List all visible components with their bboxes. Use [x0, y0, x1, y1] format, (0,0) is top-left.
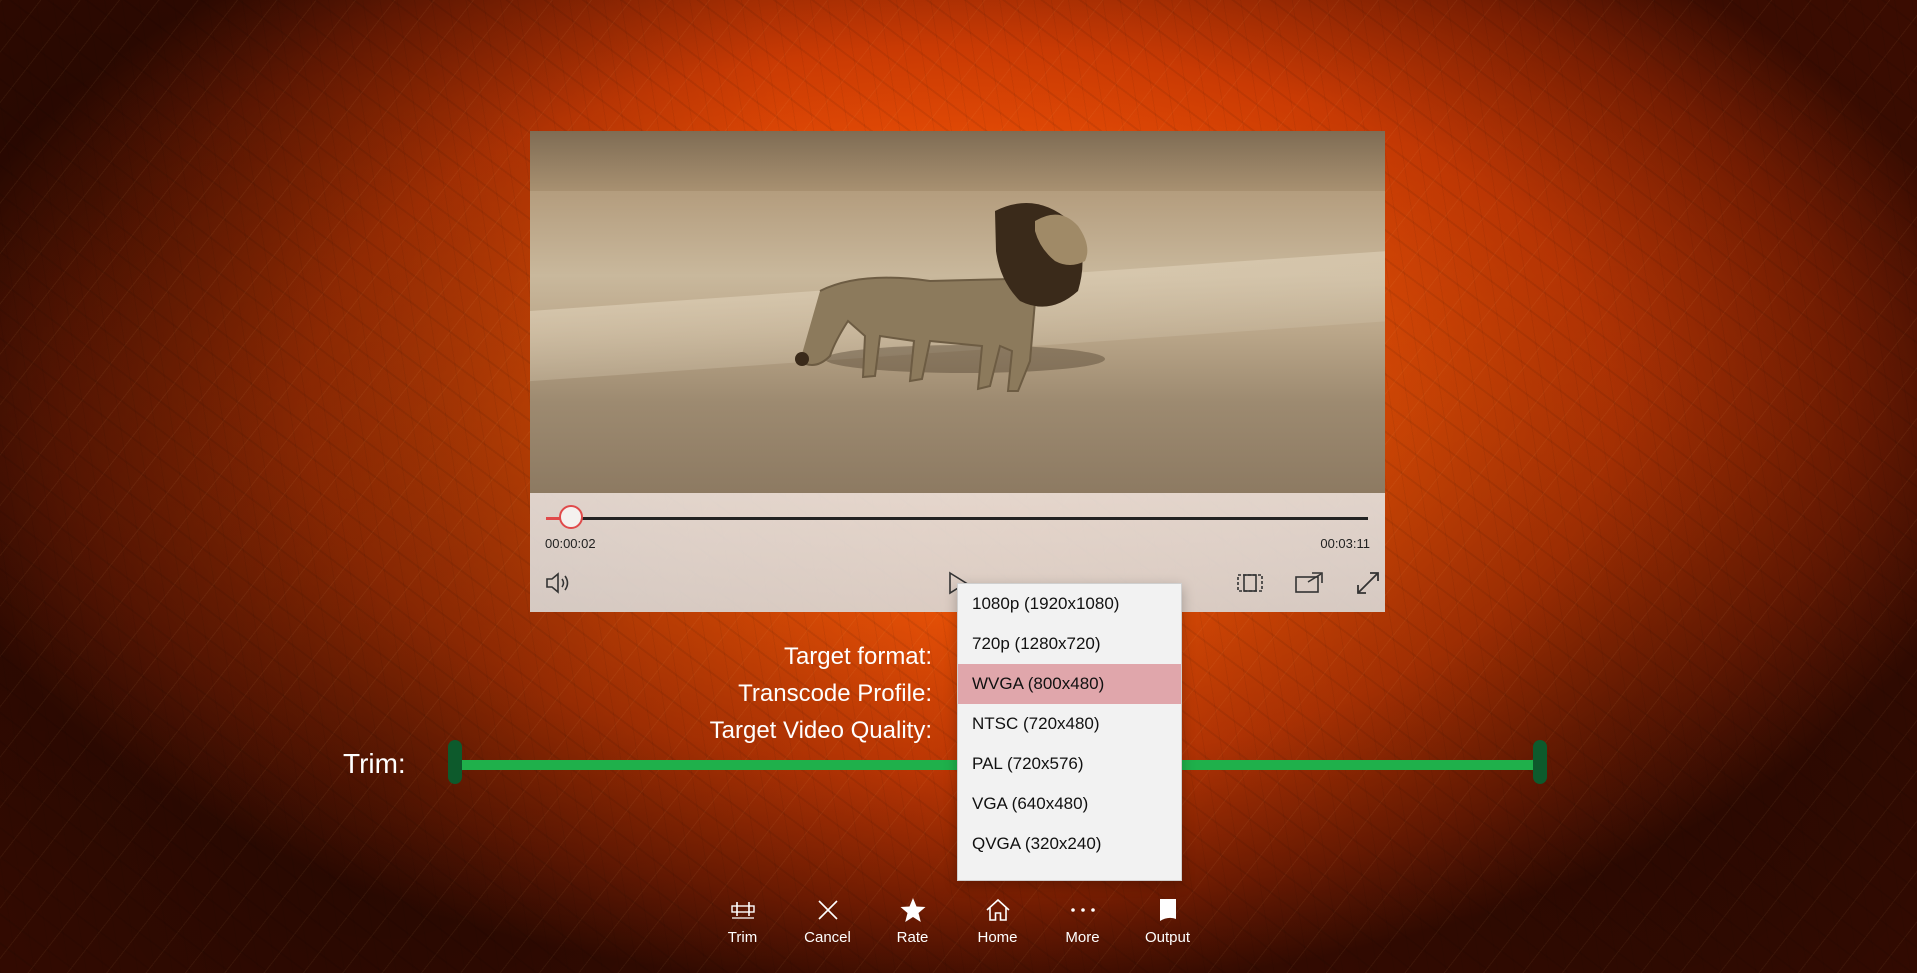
aspect-ratio-icon[interactable]	[1235, 568, 1265, 598]
trim-button-label: Trim	[727, 929, 758, 946]
seek-bar[interactable]	[546, 517, 1368, 520]
home-button-label: Home	[977, 929, 1018, 946]
transcode-profile-label: Transcode Profile:	[738, 680, 932, 707]
star-icon	[899, 893, 927, 927]
document-icon	[1158, 893, 1178, 927]
bottom-app-bar: Trim Cancel Rate Home More Output	[700, 893, 1210, 963]
seek-thumb[interactable]	[558, 505, 583, 529]
cancel-button[interactable]: Cancel	[785, 893, 870, 963]
close-icon	[816, 893, 840, 927]
output-button-label: Output	[1144, 929, 1191, 946]
dropdown-option[interactable]: QVGA (320x240)	[958, 824, 1181, 864]
dropdown-option[interactable]: PAL (720x576)	[958, 744, 1181, 784]
trim-end-handle[interactable]	[1533, 740, 1547, 784]
more-icon	[1069, 893, 1097, 927]
dropdown-option[interactable]: 1080p (1920x1080)	[958, 584, 1181, 624]
trim-icon	[729, 893, 757, 927]
home-button[interactable]: Home	[955, 893, 1040, 963]
home-icon	[985, 893, 1011, 927]
cancel-button-label: Cancel	[804, 929, 851, 946]
lion-image	[795, 203, 1105, 392]
dropdown-option[interactable]: VGA (640x480)	[958, 784, 1181, 824]
rate-button-label: Rate	[896, 929, 929, 946]
quality-dropdown-list: 1080p (1920x1080) 720p (1280x720) WVGA (…	[957, 583, 1182, 881]
trim-button[interactable]: Trim	[700, 893, 785, 963]
video-frame[interactable]	[530, 131, 1385, 493]
dropdown-option-selected[interactable]: WVGA (800x480)	[958, 664, 1181, 704]
total-time: 00:03:11	[1320, 536, 1370, 551]
current-time: 00:00:02	[545, 536, 596, 551]
dropdown-option[interactable]: NTSC (720x480)	[958, 704, 1181, 744]
media-player: 00:00:02 00:03:11	[530, 131, 1385, 612]
target-format-label: Target format:	[783, 643, 932, 670]
fullscreen-icon[interactable]	[1353, 568, 1383, 598]
trim-start-handle[interactable]	[448, 740, 462, 784]
volume-icon[interactable]	[544, 568, 574, 598]
output-button[interactable]: Output	[1125, 893, 1210, 963]
dropdown-option[interactable]: 720p (1280x720)	[958, 624, 1181, 664]
trim-label: Trim:	[343, 748, 406, 779]
cast-icon[interactable]	[1294, 568, 1324, 598]
target-video-quality-label: Target Video Quality:	[709, 717, 932, 744]
rate-button[interactable]: Rate	[870, 893, 955, 963]
more-button[interactable]: More	[1040, 893, 1125, 963]
more-button-label: More	[1065, 929, 1100, 946]
